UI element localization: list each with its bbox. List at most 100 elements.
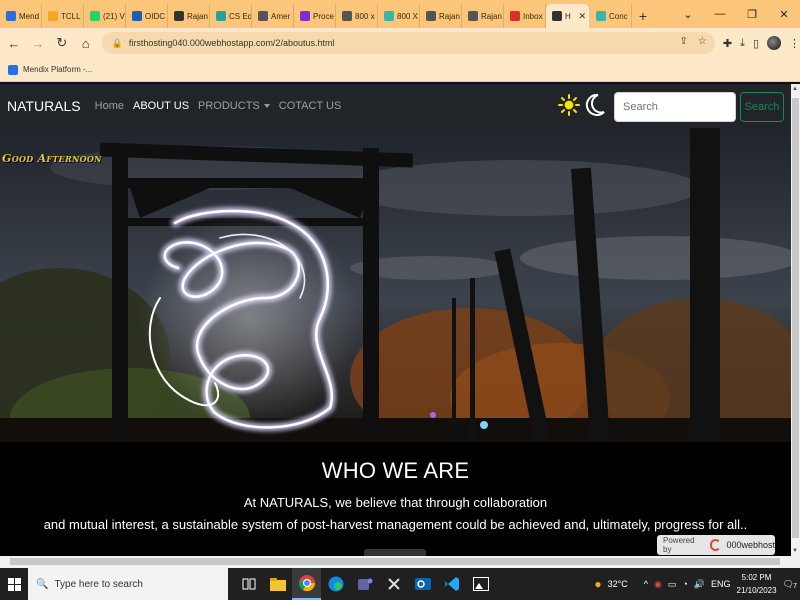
side-panel-icon[interactable]: ▯	[753, 37, 759, 50]
tab-favicon-icon	[384, 11, 394, 21]
profile-avatar[interactable]	[767, 36, 781, 50]
horizontal-scroll-thumb[interactable]	[10, 558, 780, 565]
browser-tab[interactable]: 800 x	[336, 4, 378, 28]
tab-label: (21) V	[103, 11, 125, 21]
url-text: firsthosting040.000webhostapp.com/2/abou…	[128, 38, 335, 48]
address-bar[interactable]: 🔒 firsthosting040.000webhostapp.com/2/ab…	[101, 32, 715, 54]
browser-toolbar: ← → ↻ ⌂ 🔒 firsthosting040.000webhostapp.…	[0, 28, 800, 58]
lock-icon[interactable]: 🔒	[112, 38, 123, 49]
tab-favicon-icon	[48, 11, 58, 21]
scroll-down-icon[interactable]: ▼	[792, 548, 798, 554]
forward-icon[interactable]: →	[28, 33, 48, 53]
scroll-up-icon[interactable]: ▲	[792, 86, 798, 92]
nav-contact-us[interactable]: COTACT US	[279, 100, 342, 112]
taskbar-search[interactable]: 🔍 Type here to search	[28, 568, 228, 600]
file-explorer-icon[interactable]	[263, 568, 292, 600]
browser-tab[interactable]: CS Ed	[210, 4, 252, 28]
tab-label: OIDC	[145, 11, 165, 21]
notification-icon[interactable]: 🗨 7	[783, 579, 797, 590]
close-tab-icon[interactable]: ✕	[578, 11, 586, 22]
weather-icon[interactable]: ●	[594, 577, 601, 591]
browser-tab[interactable]: Amer	[252, 4, 294, 28]
browser-tab[interactable]: Conc	[590, 4, 632, 28]
search-input[interactable]	[614, 92, 736, 122]
horizontal-scrollbar[interactable]	[0, 556, 800, 568]
minimize-icon[interactable]: —	[704, 0, 736, 28]
snipping-tool-icon[interactable]	[379, 568, 408, 600]
security-icon[interactable]: ◉	[654, 579, 662, 590]
bookmark-mendix[interactable]: Mendix Platform -...	[23, 65, 92, 74]
tab-favicon-icon	[510, 11, 520, 21]
battery-icon[interactable]: ▭	[668, 579, 677, 590]
vertical-scrollbar[interactable]: ▲ ▼	[791, 84, 800, 556]
browser-tab[interactable]: Rajan	[420, 4, 462, 28]
scroll-thumb[interactable]	[792, 98, 799, 538]
teams-icon[interactable]	[350, 568, 379, 600]
moon-icon[interactable]	[584, 93, 606, 117]
light-painting-photo	[0, 128, 791, 442]
download-icon[interactable]: ⤓	[740, 37, 745, 50]
restore-icon[interactable]: ❐	[736, 0, 768, 28]
edge-icon[interactable]	[321, 568, 350, 600]
tab-favicon-icon	[342, 11, 352, 21]
network-icon[interactable]: ◔	[682, 579, 687, 589]
browser-tab[interactable]: OIDC	[126, 4, 168, 28]
browser-tab[interactable]: (21) V	[84, 4, 126, 28]
page-viewport: NATURALS Home ABOUT US PRODUCTS COTACT U…	[0, 84, 791, 556]
browser-tab[interactable]: Proce	[294, 4, 336, 28]
tab-favicon-icon	[468, 11, 478, 21]
nav-home[interactable]: Home	[95, 100, 124, 112]
chevron-up-icon[interactable]: ^	[644, 579, 648, 589]
nav-about-us[interactable]: ABOUT US	[133, 100, 189, 112]
chrome-icon[interactable]	[292, 568, 321, 600]
extensions-puzzle-icon[interactable]: ✚	[723, 37, 732, 50]
tab-search-icon[interactable]: ⌄	[672, 0, 704, 28]
sun-icon[interactable]	[558, 94, 580, 116]
tab-list: Mend TCLL (21) V OIDC Rajan CS Ed Amer Proce 800…	[0, 4, 632, 28]
browser-tab[interactable]: Rajan	[462, 4, 504, 28]
windows-taskbar: 🔍 Type here to search ● 32°C ^ ◉ ▭ ◔ 🔊 E…	[0, 568, 800, 600]
browser-tab[interactable]: Rajan	[168, 4, 210, 28]
tab-label: TCLL	[61, 11, 81, 21]
browser-tab[interactable]: Inbox	[504, 4, 546, 28]
share-icon[interactable]: ⇪	[679, 36, 687, 47]
browser-tab[interactable]: 800 X	[378, 4, 420, 28]
weather-temp[interactable]: 32°C	[608, 579, 628, 589]
photos-icon[interactable]	[466, 568, 495, 600]
volume-icon[interactable]: 🔊	[694, 579, 705, 590]
webhost-badge[interactable]: Powered by 000webhost	[657, 535, 775, 555]
language-indicator[interactable]: ENG	[711, 579, 731, 589]
menu-kebab-icon[interactable]: ⋮	[789, 37, 800, 50]
vscode-icon[interactable]	[437, 568, 466, 600]
browser-tab[interactable]: Mend	[0, 4, 42, 28]
nav-products-dropdown[interactable]: PRODUCTS	[198, 100, 270, 112]
taskbar-search-placeholder: Type here to search	[54, 578, 143, 590]
back-icon[interactable]: ←	[4, 33, 24, 53]
tab-label: 800 X	[397, 11, 418, 21]
task-view-icon[interactable]	[234, 568, 263, 600]
browser-tab[interactable]: TCLL	[42, 4, 84, 28]
home-icon[interactable]: ⌂	[76, 33, 96, 53]
site-brand[interactable]: NATURALS	[7, 98, 81, 114]
tab-label: Proce	[313, 11, 334, 21]
search-button[interactable]: Search	[740, 92, 784, 122]
search-icon: 🔍	[36, 578, 49, 590]
bookmarks-bar: Mendix Platform -...	[0, 58, 800, 82]
partial-button[interactable]	[364, 549, 426, 556]
site-navbar: NATURALS Home ABOUT US PRODUCTS COTACT U…	[0, 84, 791, 128]
bookmark-star-icon[interactable]: ☆	[698, 36, 707, 47]
taskbar-apps	[234, 568, 495, 600]
powered-by-label: Powered by	[663, 536, 695, 554]
tab-favicon-icon	[596, 11, 606, 21]
webhost-name: 000webhost	[726, 540, 775, 550]
new-tab-button[interactable]: +	[632, 4, 654, 28]
close-window-icon[interactable]: ✕	[768, 0, 800, 28]
outlook-icon[interactable]	[408, 568, 437, 600]
reload-icon[interactable]: ↻	[52, 33, 72, 53]
clock[interactable]: 5:02 PM 21/10/2023	[737, 571, 777, 597]
greeting-text: Good Afternoon	[2, 152, 102, 165]
browser-tab[interactable]: H ✕	[546, 4, 590, 28]
browser-tab-strip: Mend TCLL (21) V OIDC Rajan CS Ed Amer Proce 800…	[0, 0, 800, 28]
windows-start-icon[interactable]	[0, 568, 28, 600]
tab-label: H	[565, 11, 571, 21]
